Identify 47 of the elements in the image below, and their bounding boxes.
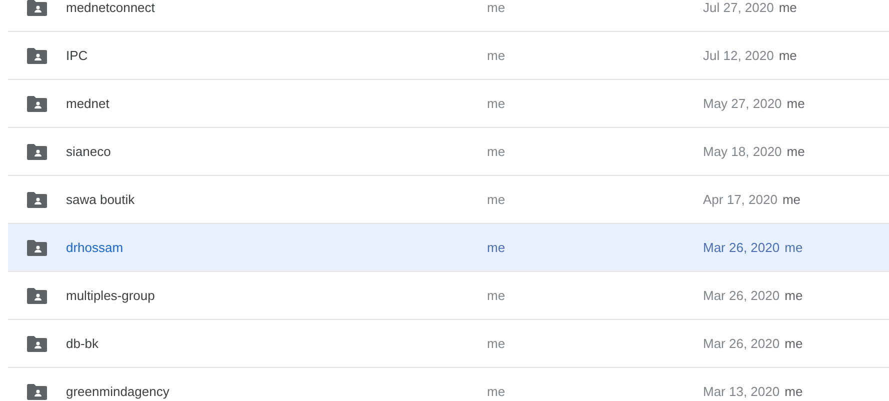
folder-name: sawa boutik: [66, 192, 136, 207]
owner-text: me: [487, 336, 506, 351]
modified-by: me: [786, 96, 805, 111]
folder-name: greenmindagency: [66, 384, 170, 399]
folder-name: mednet: [66, 96, 110, 111]
owner-text: me: [487, 192, 506, 207]
shared-folder-icon: [27, 0, 47, 16]
owner-text: me: [487, 240, 506, 255]
modified-by: me: [784, 336, 803, 351]
shared-folder-icon: [27, 240, 47, 256]
owner-text: me: [487, 288, 506, 303]
folder-name: multiples-group: [66, 288, 156, 303]
modified-by: me: [786, 144, 805, 159]
modified-by: me: [778, 48, 797, 63]
modified-date: Jul 27, 2020: [703, 0, 774, 15]
owner-text: me: [487, 0, 506, 15]
shared-folder-icon: [27, 336, 47, 352]
owner-text: me: [487, 144, 506, 159]
modified-date: May 27, 2020: [703, 96, 782, 111]
folder-name: sianeco: [66, 144, 112, 159]
shared-folder-icon: [27, 192, 47, 208]
shared-folder-icon: [27, 384, 47, 400]
modified-by: me: [784, 240, 803, 255]
shared-folder-icon: [27, 96, 47, 112]
folder-row[interactable]: drhossam me Mar 26, 2020 me: [8, 224, 889, 272]
shared-folder-icon: [27, 144, 47, 160]
modified-date: Jul 12, 2020: [703, 48, 774, 63]
owner-text: me: [487, 48, 506, 63]
modified-date: Mar 13, 2020: [703, 384, 780, 399]
folder-name: mednetconnect: [66, 0, 156, 15]
folder-name: IPC: [66, 48, 89, 63]
folder-name: db-bk: [66, 336, 100, 351]
modified-by: me: [784, 288, 803, 303]
modified-by: me: [778, 0, 797, 15]
shared-folder-icon: [27, 48, 47, 64]
folder-row[interactable]: mednetconnect me Jul 27, 2020 me: [8, 0, 889, 32]
modified-by: me: [782, 192, 801, 207]
folder-name: drhossam: [66, 240, 124, 255]
owner-text: me: [487, 384, 506, 399]
owner-text: me: [487, 96, 506, 111]
modified-date: Mar 26, 2020: [703, 336, 780, 351]
modified-date: Mar 26, 2020: [703, 288, 780, 303]
modified-date: May 18, 2020: [703, 144, 782, 159]
modified-date: Mar 26, 2020: [703, 240, 780, 255]
modified-by: me: [784, 384, 803, 399]
shared-folder-icon: [27, 288, 47, 304]
modified-date: Apr 17, 2020: [703, 192, 778, 207]
